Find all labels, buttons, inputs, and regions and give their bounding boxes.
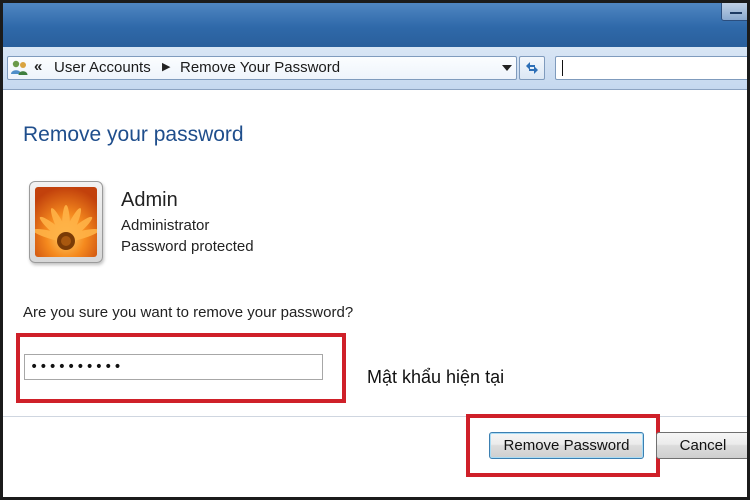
user-status: Password protected [121, 238, 254, 255]
breadcrumb-arrow-icon[interactable]: ▶ [162, 60, 170, 73]
remove-password-button[interactable]: Remove Password [489, 432, 644, 459]
confirm-question: Are you sure you want to remove your pas… [23, 304, 354, 321]
user-role: Administrator [121, 217, 210, 234]
current-password-field[interactable] [24, 354, 323, 380]
breadcrumb-remove-password[interactable]: Remove Your Password [180, 59, 340, 76]
title-bar [3, 3, 747, 47]
address-dropdown-icon[interactable] [502, 65, 512, 71]
window: « User Accounts ▶ Remove Your Password R… [0, 0, 750, 500]
user-accounts-icon [10, 59, 30, 77]
address-toolbar: « User Accounts ▶ Remove Your Password [3, 47, 747, 90]
breadcrumb-user-accounts[interactable]: User Accounts [54, 59, 151, 76]
refresh-icon [526, 62, 538, 74]
user-name: Admin [121, 189, 178, 211]
current-password-annotation: Mật khẩu hiện tại [367, 367, 505, 387]
cancel-button[interactable]: Cancel [656, 432, 747, 459]
page-title: Remove your password [23, 123, 244, 146]
text-caret [562, 60, 563, 76]
overflow-chevron-icon[interactable]: « [34, 58, 42, 75]
refresh-button[interactable] [519, 56, 545, 80]
search-input[interactable] [555, 56, 747, 80]
minimize-button[interactable] [721, 3, 747, 21]
address-bar[interactable]: « User Accounts ▶ Remove Your Password [7, 56, 517, 80]
flower-avatar-icon [29, 181, 103, 263]
